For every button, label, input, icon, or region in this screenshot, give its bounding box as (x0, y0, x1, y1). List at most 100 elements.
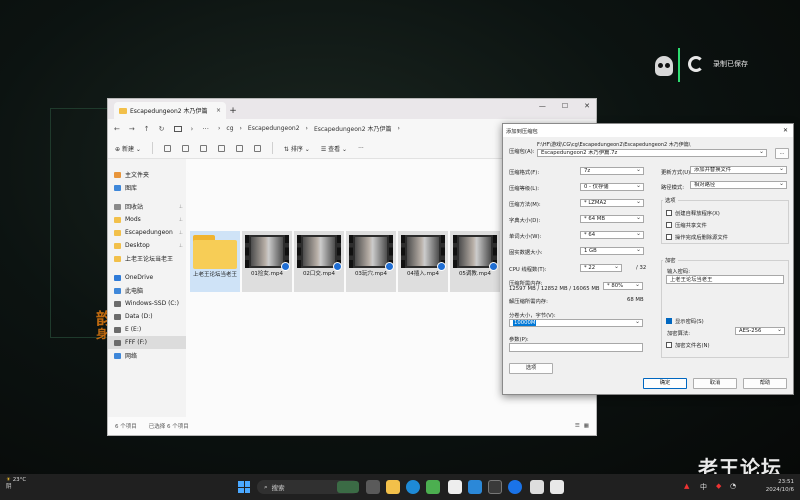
path-select[interactable]: 相对路径 (690, 181, 787, 189)
sidebar-item[interactable]: Desktop ⊥ (108, 239, 186, 252)
video-file-item[interactable]: 01捡女.mp4 (242, 231, 292, 292)
video-file-item[interactable]: 04插入.mp4 (398, 231, 448, 292)
browse-button[interactable]: ... (775, 148, 789, 159)
app-icon[interactable] (426, 480, 440, 494)
sidebar-item[interactable]: FFF (F:) (108, 336, 186, 349)
weather-widget[interactable]: ☀ 23°C 阴 (6, 477, 26, 491)
sidebar-item[interactable]: 上老王论坛当老王 (108, 252, 186, 265)
sidebar-item[interactable]: OneDrive (108, 271, 186, 284)
sidebar-item[interactable]: Mods ⊥ (108, 213, 186, 226)
cpu-select[interactable]: * 22 (580, 264, 622, 272)
sort-button[interactable]: ⇅ 排序 ⌄ (284, 144, 310, 153)
clock[interactable]: 23:51 2024/10/6 (766, 478, 794, 494)
file-name: 02口交.mp4 (302, 271, 336, 277)
enc-method-select[interactable]: AES-256 (735, 327, 785, 335)
cancel-button[interactable]: 取消 (693, 378, 737, 389)
tray-icon[interactable]: ▲ (684, 482, 689, 490)
encrypt-names-label: 加密文件名(N) (675, 343, 710, 349)
new-button[interactable]: ⊕ 新建 ⌄ (115, 144, 141, 153)
7zip-icon[interactable] (550, 480, 564, 494)
edge-icon[interactable] (406, 480, 420, 494)
sync-badge-icon (437, 262, 446, 271)
params-input[interactable] (509, 343, 643, 352)
sidebar-item[interactable]: 主文件夹 (108, 168, 186, 181)
view-button[interactable]: ☰ 查看 ⌄ (321, 144, 347, 153)
delete-checkbox[interactable]: 操作完成后删除源文件 (666, 233, 728, 241)
sidebar-item[interactable]: Windows-SSD (C:) (108, 297, 186, 310)
password-input[interactable]: 上老王论坛当老王 (666, 275, 784, 284)
file-name: 上老王论坛当老王 (192, 272, 237, 278)
tray-icon[interactable]: ◆ (716, 482, 721, 490)
minimize-button[interactable]: — (539, 102, 546, 110)
sidebar-item[interactable]: 回收站 ⊥ (108, 200, 186, 213)
encrypt-names-checkbox[interactable]: 加密文件名(N) (666, 341, 710, 349)
mem-percent-select[interactable]: * 80% (603, 282, 643, 290)
folder-item[interactable]: 上老王论坛当老王 (190, 231, 240, 292)
separator (271, 142, 273, 154)
video-file-item[interactable]: 03玩穴.mp4 (346, 231, 396, 292)
rename-icon[interactable] (217, 144, 225, 152)
network-icon[interactable]: ◔ (730, 482, 736, 490)
refresh-icon[interactable]: ↻ (159, 125, 165, 133)
dict-select[interactable]: * 64 MB (580, 215, 644, 223)
task-view-icon[interactable] (366, 480, 380, 494)
video-file-item[interactable]: 05调教.mp4 (450, 231, 500, 292)
close-button[interactable]: ✕ (584, 102, 590, 110)
level-select[interactable]: 0 - 仅存储 (580, 183, 644, 191)
crumb-current[interactable]: Escapedungeon2 木乃伊篇 (314, 124, 392, 133)
forward-icon[interactable]: → (129, 125, 135, 133)
method-select[interactable]: * LZMA2 (580, 199, 644, 207)
crumb-escapedungeon2[interactable]: Escapedungeon2 (248, 125, 300, 132)
app-icon[interactable] (468, 480, 482, 494)
sidebar-item-label: Desktop (125, 242, 150, 249)
more-crumbs-button[interactable]: ··· (202, 125, 209, 133)
ok-button[interactable]: 确定 (643, 378, 687, 389)
show-password-checkbox[interactable]: 显示密码(S) (666, 317, 704, 325)
sidebar-item[interactable]: 图库 (108, 181, 186, 194)
delete-icon[interactable] (253, 144, 261, 152)
back-icon[interactable]: ← (114, 125, 120, 133)
file-explorer-icon[interactable] (386, 480, 400, 494)
more-button[interactable]: ··· (358, 145, 364, 152)
word-select[interactable]: * 64 (580, 231, 644, 239)
tab-escapedungeon[interactable]: Escapedungeon2 木乃伊篇 × (114, 102, 226, 119)
sidebar-item[interactable]: 此电脑 (108, 284, 186, 297)
details-view-icon[interactable]: ☰ (575, 423, 580, 429)
shared-checkbox[interactable]: 压缩共享文件 (666, 221, 707, 229)
mem-decomp-value: 68 MB (627, 297, 644, 303)
start-icon[interactable] (238, 481, 250, 493)
skull-app-icon[interactable] (530, 480, 544, 494)
paste-icon[interactable] (199, 144, 207, 152)
time: 23:51 (778, 479, 794, 485)
cut-icon[interactable] (163, 144, 171, 152)
archive-name-input[interactable]: Escapedungeon2 木乃伊篇.7z (537, 149, 767, 157)
help-button[interactable]: 帮助 (743, 378, 787, 389)
add-tab-button[interactable]: + (226, 103, 240, 119)
sidebar-item[interactable]: 网络 (108, 349, 186, 362)
copy-icon[interactable] (181, 144, 189, 152)
maximize-button[interactable]: ☐ (562, 102, 568, 110)
crumb-cg[interactable]: cg (226, 125, 233, 132)
sfx-checkbox[interactable]: 创建自释放程序(X) (666, 209, 720, 217)
up-icon[interactable]: ↑ (144, 125, 150, 133)
sidebar-item[interactable]: E (E:) (108, 323, 186, 336)
dialog-close-icon[interactable]: ✕ (783, 127, 790, 134)
solid-select[interactable]: 1 GB (580, 247, 644, 255)
ime-indicator[interactable]: 中 (700, 482, 707, 492)
folder-icon (114, 171, 121, 178)
options-button[interactable]: 选项 (509, 363, 553, 374)
close-tab-icon[interactable]: × (216, 107, 221, 114)
app-icon[interactable] (448, 480, 462, 494)
share-icon[interactable] (235, 144, 243, 152)
tiles-view-icon[interactable]: ▦ (584, 423, 589, 429)
shared-label: 压缩共享文件 (675, 223, 707, 229)
update-select[interactable]: 添加并替换文件 (690, 166, 787, 174)
sidebar-item[interactable]: Escapedungeon ⊥ (108, 226, 186, 239)
video-file-item[interactable]: 02口交.mp4 (294, 231, 344, 292)
split-input[interactable]: 10000M (509, 319, 643, 327)
format-select[interactable]: 7z (580, 167, 644, 175)
app-icon[interactable] (488, 480, 502, 494)
app-icon[interactable] (508, 480, 522, 494)
sidebar-item[interactable]: Data (D:) (108, 310, 186, 323)
cpu-label: CPU 线程数(T): (509, 267, 547, 273)
